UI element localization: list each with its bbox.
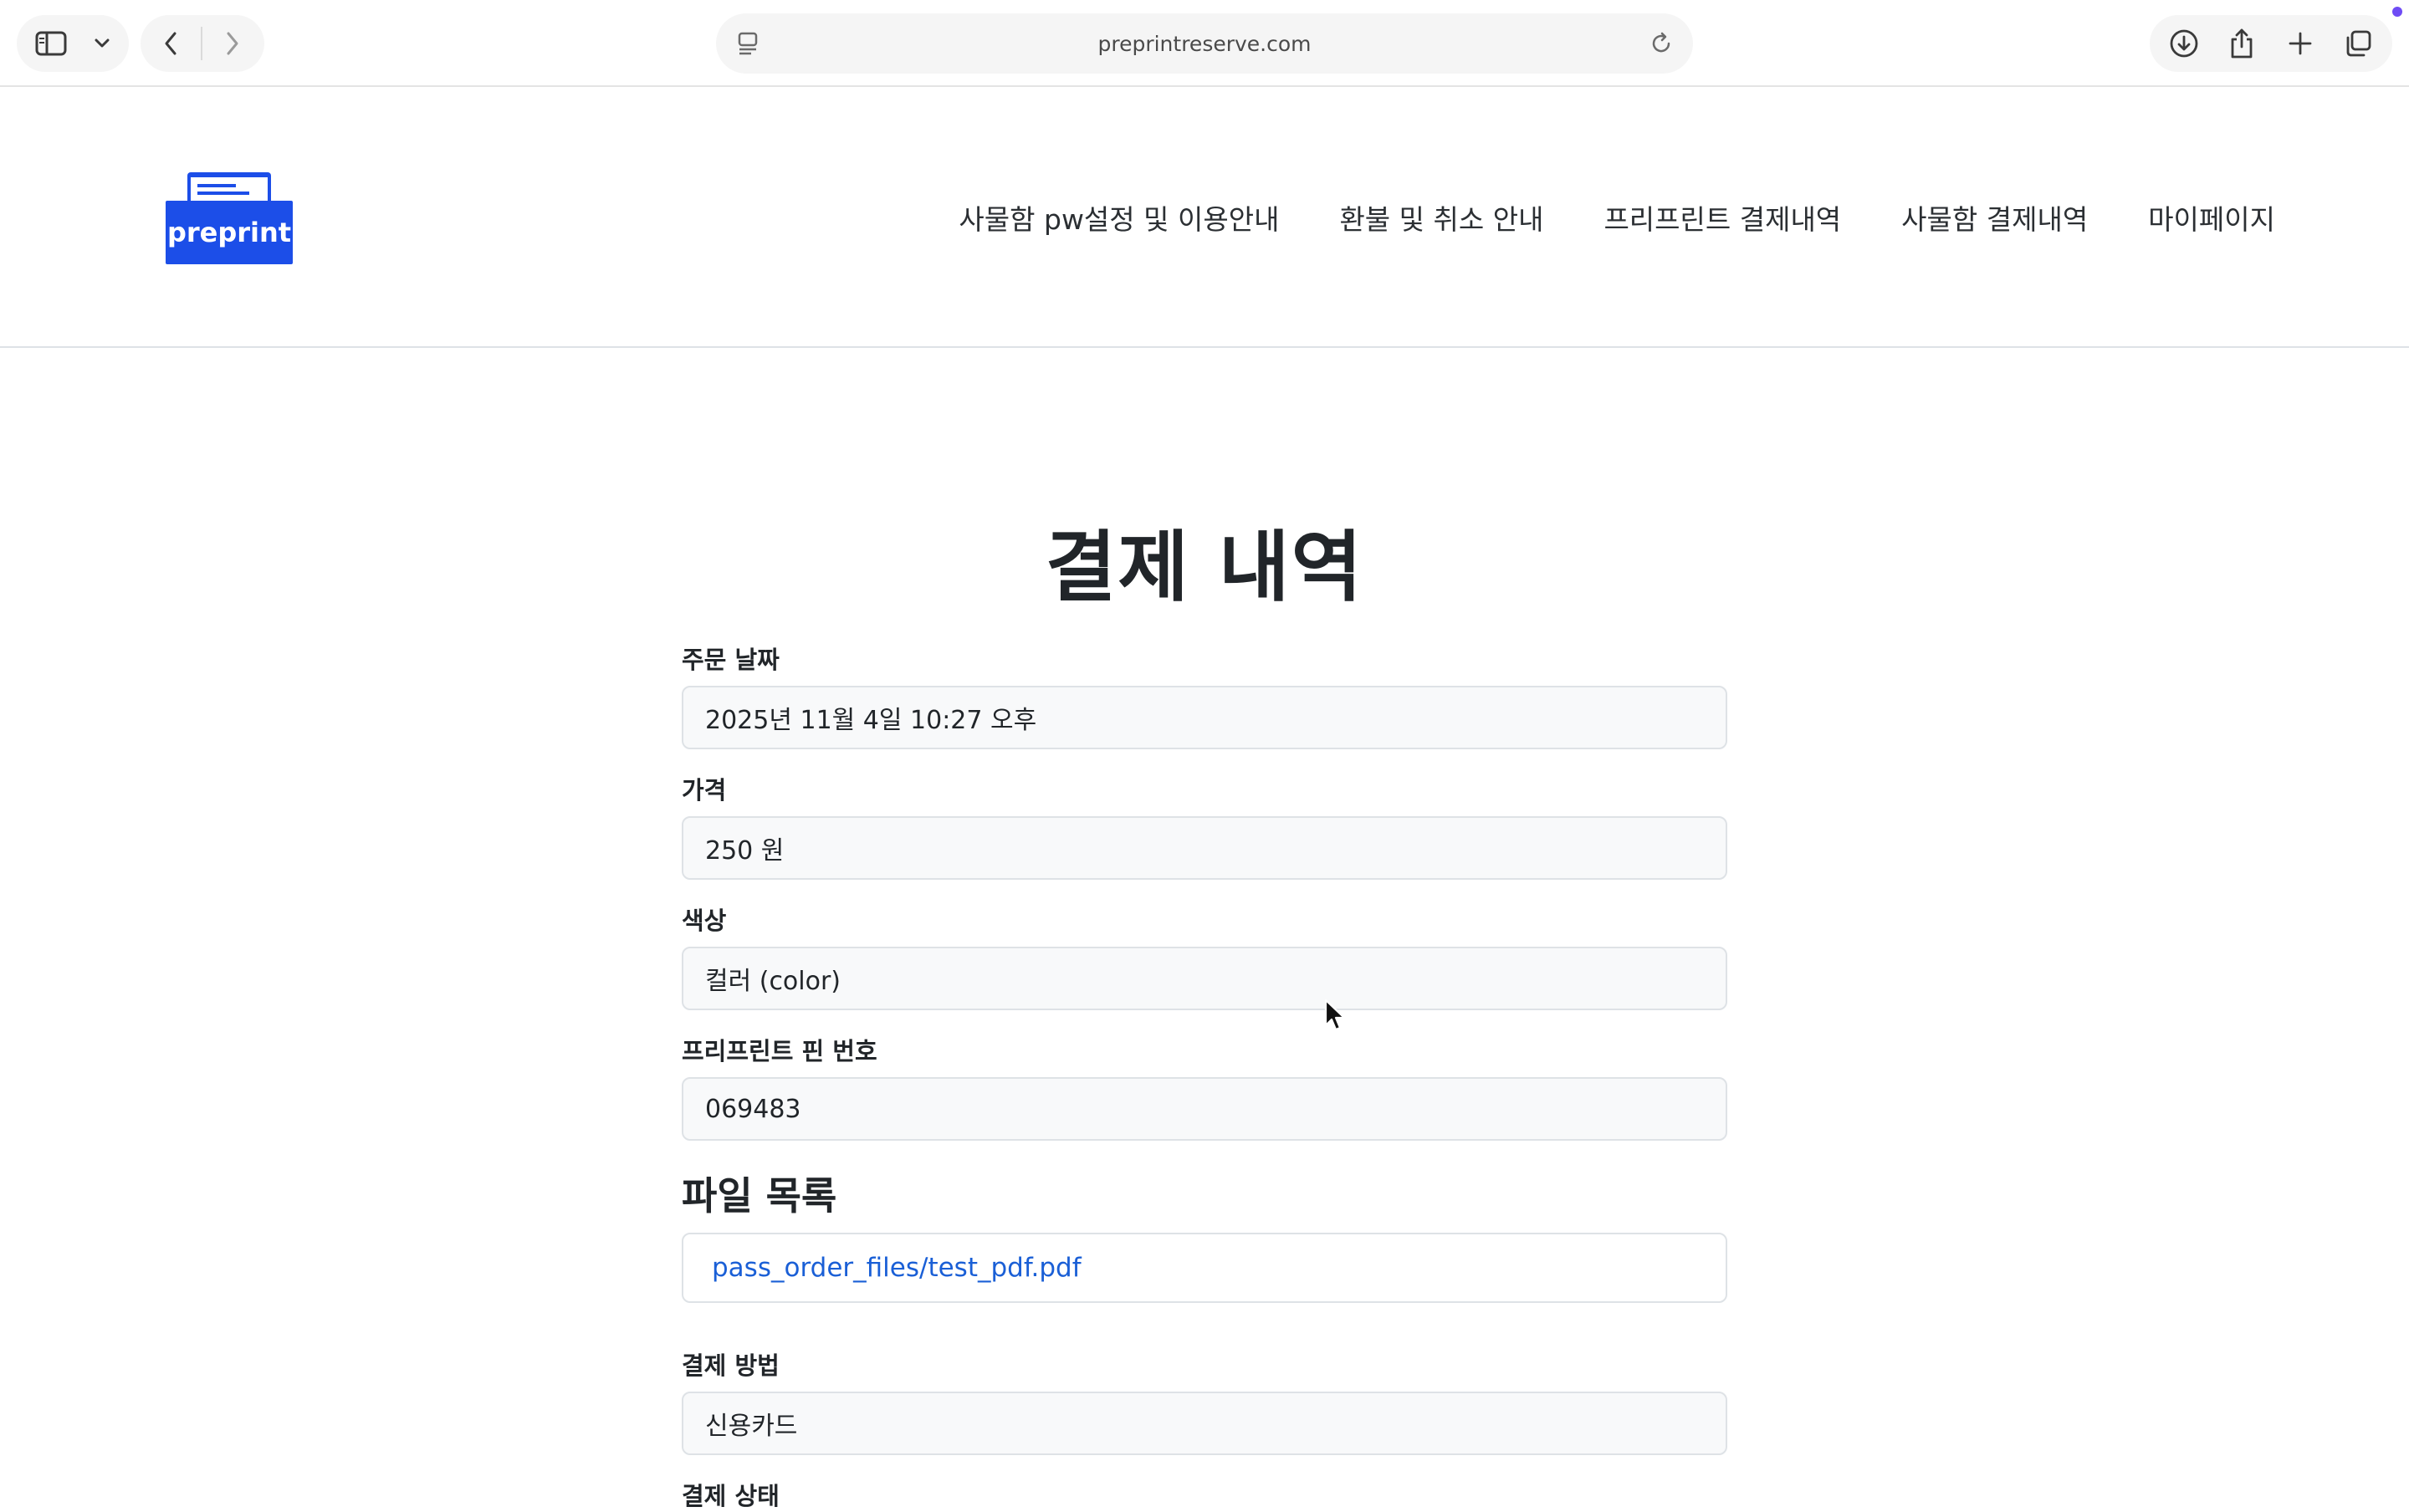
order-date-field: 주문 날짜 2025년 11월 4일 10:27 오후 [682,641,1727,749]
nav-refund-guide[interactable]: 환불 및 취소 안내 [1339,197,1543,238]
price-value: 250 원 [682,816,1727,880]
order-date-value: 2025년 11월 4일 10:27 오후 [682,686,1727,749]
reload-icon[interactable] [1646,28,1676,62]
sidebar-icon[interactable] [17,15,85,72]
payment-method-field: 결제 방법 신용카드 [682,1346,1727,1455]
pin-field: 프리프린트 핀 번호 069483 [682,1032,1727,1141]
logo-wordmark: preprint [166,201,293,264]
field-label: 가격 [682,776,727,805]
payment-status-field: 결제 상태 [682,1477,1727,1510]
site-header: preprint 사물함 pw설정 및 이용안내 환불 및 취소 안내 프리프린… [0,89,2409,348]
field-label: 주문 날짜 [682,646,780,674]
logo-paper [191,177,268,202]
tabs-overview-icon[interactable] [2331,15,2385,72]
main-navigation: 사물함 pw설정 및 이용안내 환불 및 취소 안내 프리프린트 결제내역 사물… [959,197,2275,238]
address-bar[interactable]: preprintreserve.com [716,13,1693,74]
field-label: 색상 [682,907,727,935]
chevron-down-icon[interactable] [85,15,119,72]
page-title: 결제 내역 [1045,523,1364,612]
plus-icon[interactable] [2273,15,2327,72]
share-icon[interactable] [2215,15,2268,72]
chevron-left-icon[interactable] [141,15,201,72]
payment-method-value: 신용카드 [682,1392,1727,1455]
logo-paper-line [197,184,236,187]
field-label: 결제 상태 [682,1482,780,1510]
url-text: preprintreserve.com [1097,31,1312,56]
nav-preprint-payments[interactable]: 프리프린트 결제내역 [1603,197,1841,238]
nav-locker-pw-guide[interactable]: 사물함 pw설정 및 이용안내 [959,197,1279,238]
sidebar-controls [17,15,129,72]
price-field: 가격 250 원 [682,771,1727,880]
nav-locker-payments[interactable]: 사물함 결제내역 [1901,197,2088,238]
color-value: 컬러 (color) [682,947,1727,1010]
chevron-right-icon[interactable] [202,15,263,72]
field-label: 결제 방법 [682,1351,780,1380]
browser-toolbar: preprintreserve.com [0,0,2409,87]
browser-actions [2150,15,2392,72]
history-navigation [141,15,264,72]
file-link[interactable]: pass_order_files/test_pdf.pdf [712,1253,1082,1283]
color-field: 색상 컬러 (color) [682,902,1727,1010]
pin-value: 069483 [682,1077,1727,1141]
field-label: 프리프린트 핀 번호 [682,1037,877,1065]
notification-dot [2392,7,2402,17]
download-icon[interactable] [2157,15,2211,72]
site-logo[interactable]: preprint [166,172,293,264]
nav-mypage[interactable]: 마이페이지 [2148,197,2275,238]
file-list-title: 파일 목록 [682,1173,837,1218]
logo-paper-line [197,192,249,195]
mouse-cursor-icon [1324,999,1346,1031]
file-list: pass_order_files/test_pdf.pdf [682,1233,1727,1303]
